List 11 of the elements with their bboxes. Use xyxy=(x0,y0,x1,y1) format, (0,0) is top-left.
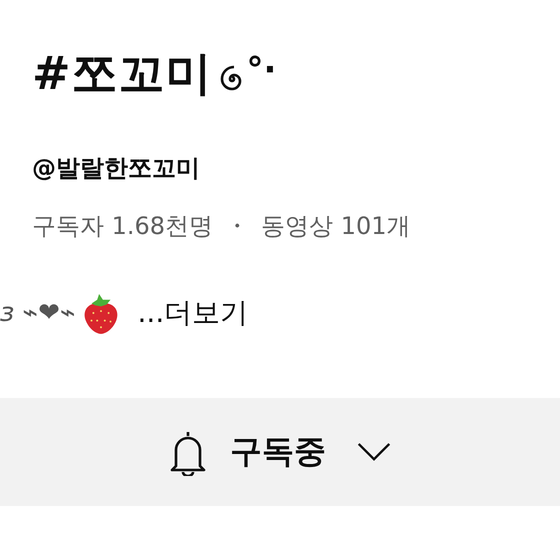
chevron-down-icon xyxy=(356,441,392,463)
subscriber-count: 구독자 1.68천명 xyxy=(32,211,214,242)
title-decoration: °· xyxy=(246,50,276,90)
channel-description: ɜ ⌁❤⌁ xyxy=(0,298,76,328)
subscribed-button[interactable]: 구독중 xyxy=(0,398,560,506)
more-link[interactable]: ...더보기 xyxy=(138,294,248,332)
strawberry-icon xyxy=(82,292,120,334)
channel-title: #쪼꼬미 xyxy=(32,45,213,102)
channel-handle: @발랄한쪼꼬미 xyxy=(32,153,201,184)
video-count: 동영상 101개 xyxy=(261,211,411,242)
separator-dot: ・ xyxy=(225,211,250,242)
